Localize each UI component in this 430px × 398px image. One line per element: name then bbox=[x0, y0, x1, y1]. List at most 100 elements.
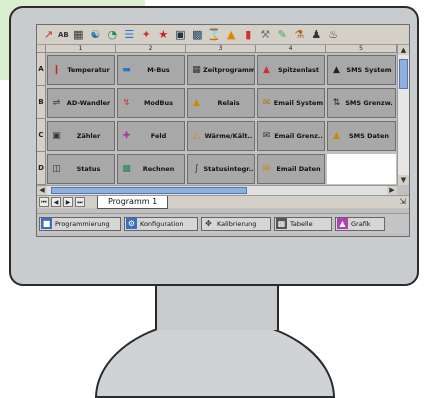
tab-label: Grafik bbox=[351, 219, 371, 228]
scroll-up-icon[interactable]: ▲ bbox=[398, 45, 409, 55]
email-data-icon: ✉ bbox=[262, 164, 271, 174]
tab-tabelle[interactable]: ▦ Tabelle bbox=[274, 216, 332, 231]
block-cell[interactable]: ▲ Relais bbox=[187, 88, 255, 118]
paint-icon[interactable]: ▲ bbox=[224, 28, 239, 42]
program-grid: 1 2 3 4 5 A ❙ Temperatur ▬ M-Bus ▦ Zeitp… bbox=[37, 45, 397, 185]
row-header: B bbox=[37, 86, 46, 119]
block-label: Zeitprogramm bbox=[203, 66, 254, 74]
tab-programmierung[interactable]: ■ Programmierung bbox=[39, 216, 121, 231]
block-cell[interactable]: ❙ Temperatur bbox=[47, 55, 115, 85]
tab-programm-1[interactable]: Programm 1 bbox=[97, 196, 169, 209]
empty-cell[interactable] bbox=[327, 154, 396, 184]
m-bus-icon: ▬ bbox=[122, 65, 131, 75]
toolbar: ↗ AB ▦ ☯ ◔ ☰ ✦ ★ ▣ ▩ ⌛ ▲ ▮ ⚒ ✎ ⚗ ♟ ♨ bbox=[37, 25, 409, 45]
wand-icon[interactable]: ✦ bbox=[139, 28, 154, 42]
modbus-icon: ↯ bbox=[122, 98, 131, 108]
block-cell[interactable]: ▲ Spitzenlast bbox=[257, 55, 325, 85]
block-label: SMS Daten bbox=[348, 132, 390, 140]
block-label: Status bbox=[76, 165, 101, 173]
tab-konfiguration[interactable]: ⚙ Konfiguration bbox=[124, 216, 198, 231]
thermometer-icon: ❙ bbox=[52, 65, 61, 75]
people-icon[interactable]: ♟ bbox=[309, 28, 324, 42]
field-icon: ✚ bbox=[122, 131, 131, 141]
block-label: Email Daten bbox=[276, 165, 321, 173]
text-tool-button[interactable]: AB bbox=[58, 31, 69, 39]
sheet-tab-bar: ⏮ ◀ ▶ ⏭ Programm 1 ⇲ bbox=[37, 195, 409, 209]
monitor-screen: ↗ AB ▦ ☯ ◔ ☰ ✦ ★ ▣ ▩ ⌛ ▲ ▮ ⚒ ✎ ⚗ ♟ ♨ 1 2… bbox=[36, 24, 410, 237]
block-cell[interactable]: ∫ Statusintegr.. bbox=[187, 154, 255, 184]
vertical-scroll-thumb[interactable] bbox=[399, 59, 408, 89]
block-cell[interactable]: ▬ M-Bus bbox=[117, 55, 185, 85]
block-cell[interactable]: ✉ Email Daten bbox=[257, 154, 325, 184]
block-cell[interactable]: ▣ Zähler bbox=[47, 121, 115, 151]
tab-grafik[interactable]: ▲ Grafik bbox=[335, 216, 385, 231]
first-sheet-icon[interactable]: ⏮ bbox=[39, 197, 49, 207]
network-icon[interactable]: ☯ bbox=[88, 28, 103, 42]
chart-bar-icon[interactable]: ▮ bbox=[241, 28, 256, 42]
block-cell[interactable]: ✉ Email System bbox=[257, 88, 325, 118]
status-integral-icon: ∫ bbox=[194, 164, 199, 174]
scroll-down-icon[interactable]: ▼ bbox=[398, 175, 409, 185]
email-limit-icon: ✉ bbox=[262, 131, 271, 141]
chart-icon[interactable]: ☰ bbox=[122, 28, 137, 42]
scroll-right-icon[interactable]: ▶ bbox=[387, 186, 397, 195]
monitor-stand-neck bbox=[155, 286, 279, 330]
cursor-icon[interactable]: ↗ bbox=[41, 28, 56, 42]
thermo-icon[interactable]: ♨ bbox=[326, 28, 341, 42]
plug-icon[interactable]: ★ bbox=[156, 28, 171, 42]
monitor-icon[interactable]: ▣ bbox=[173, 28, 188, 42]
table-icon: ▦ bbox=[276, 218, 287, 229]
next-sheet-icon[interactable]: ▶ bbox=[63, 197, 73, 207]
gauge-icon[interactable]: ◔ bbox=[105, 28, 120, 42]
scroll-left-icon[interactable]: ◀ bbox=[37, 186, 47, 195]
horizontal-scrollbar[interactable]: ◀ ▶ bbox=[37, 185, 397, 195]
block-cell[interactable]: ▩ Rechnen bbox=[117, 154, 185, 184]
program-icon: ■ bbox=[41, 218, 52, 229]
grid-icon[interactable]: ▦ bbox=[71, 28, 86, 42]
vertical-scrollbar[interactable]: ▲ ▼ bbox=[397, 45, 409, 185]
block-cell[interactable]: ↯ ModBus bbox=[117, 88, 185, 118]
heat-cold-icon: △ bbox=[193, 131, 200, 141]
last-sheet-icon[interactable]: ⏭ bbox=[75, 197, 85, 207]
graph-icon: ▲ bbox=[337, 218, 348, 229]
block-label: AD-Wandler bbox=[66, 99, 111, 107]
calculator-icon: ▩ bbox=[122, 164, 131, 174]
sms-data-icon: ▲ bbox=[333, 131, 340, 141]
block-label: SMS System bbox=[346, 66, 392, 74]
block-cell[interactable]: ✉ Email Grenz.. bbox=[257, 121, 325, 151]
tab-kalibrierung[interactable]: ✥ Kalibrierung bbox=[201, 216, 271, 231]
block-label: Statusintegr.. bbox=[203, 165, 254, 173]
column-header: 3 bbox=[186, 45, 256, 53]
tools-icon[interactable]: ⚒ bbox=[258, 28, 273, 42]
block-cell[interactable]: ▲ SMS System bbox=[327, 55, 396, 85]
block-cell[interactable]: ✚ Feld bbox=[117, 121, 185, 151]
grid-corner bbox=[37, 45, 46, 53]
block-label: Feld bbox=[150, 132, 167, 140]
block-cell[interactable]: ◫ Status bbox=[47, 154, 115, 184]
prev-sheet-icon[interactable]: ◀ bbox=[51, 197, 61, 207]
status-icon: ◫ bbox=[52, 164, 61, 174]
block-cell[interactable]: ▦ Zeitprogramm bbox=[187, 55, 255, 85]
block-cell[interactable]: ▲ SMS Daten bbox=[327, 121, 396, 151]
tab-label: Konfiguration bbox=[140, 219, 184, 228]
block-label: Rechnen bbox=[142, 165, 175, 173]
tab-label: Kalibrierung bbox=[217, 219, 257, 228]
ruler-icon[interactable]: ✎ bbox=[275, 28, 290, 42]
block-label: Relais bbox=[217, 99, 240, 107]
horizontal-scroll-thumb[interactable] bbox=[51, 187, 247, 194]
row-header: D bbox=[37, 152, 46, 185]
calibration-icon: ✥ bbox=[205, 219, 212, 228]
block-cell[interactable]: ⇌ AD-Wandler bbox=[47, 88, 115, 118]
connect-icon[interactable]: ⚗ bbox=[292, 28, 307, 42]
resize-grip-icon[interactable]: ⇲ bbox=[399, 197, 406, 206]
block-cell[interactable]: △ Wärme/Kält.. bbox=[187, 121, 255, 151]
block-cell[interactable]: ⇅ SMS Grenzw. bbox=[327, 88, 396, 118]
block-label: ModBus bbox=[143, 99, 174, 107]
calendar-icon[interactable]: ▩ bbox=[190, 28, 205, 42]
clock-icon[interactable]: ⌛ bbox=[207, 28, 222, 42]
column-header: 5 bbox=[326, 45, 397, 53]
tab-label: Programmierung bbox=[55, 219, 110, 228]
peak-load-icon: ▲ bbox=[263, 65, 270, 75]
column-header: 1 bbox=[46, 45, 116, 53]
block-label: Temperatur bbox=[67, 66, 110, 74]
